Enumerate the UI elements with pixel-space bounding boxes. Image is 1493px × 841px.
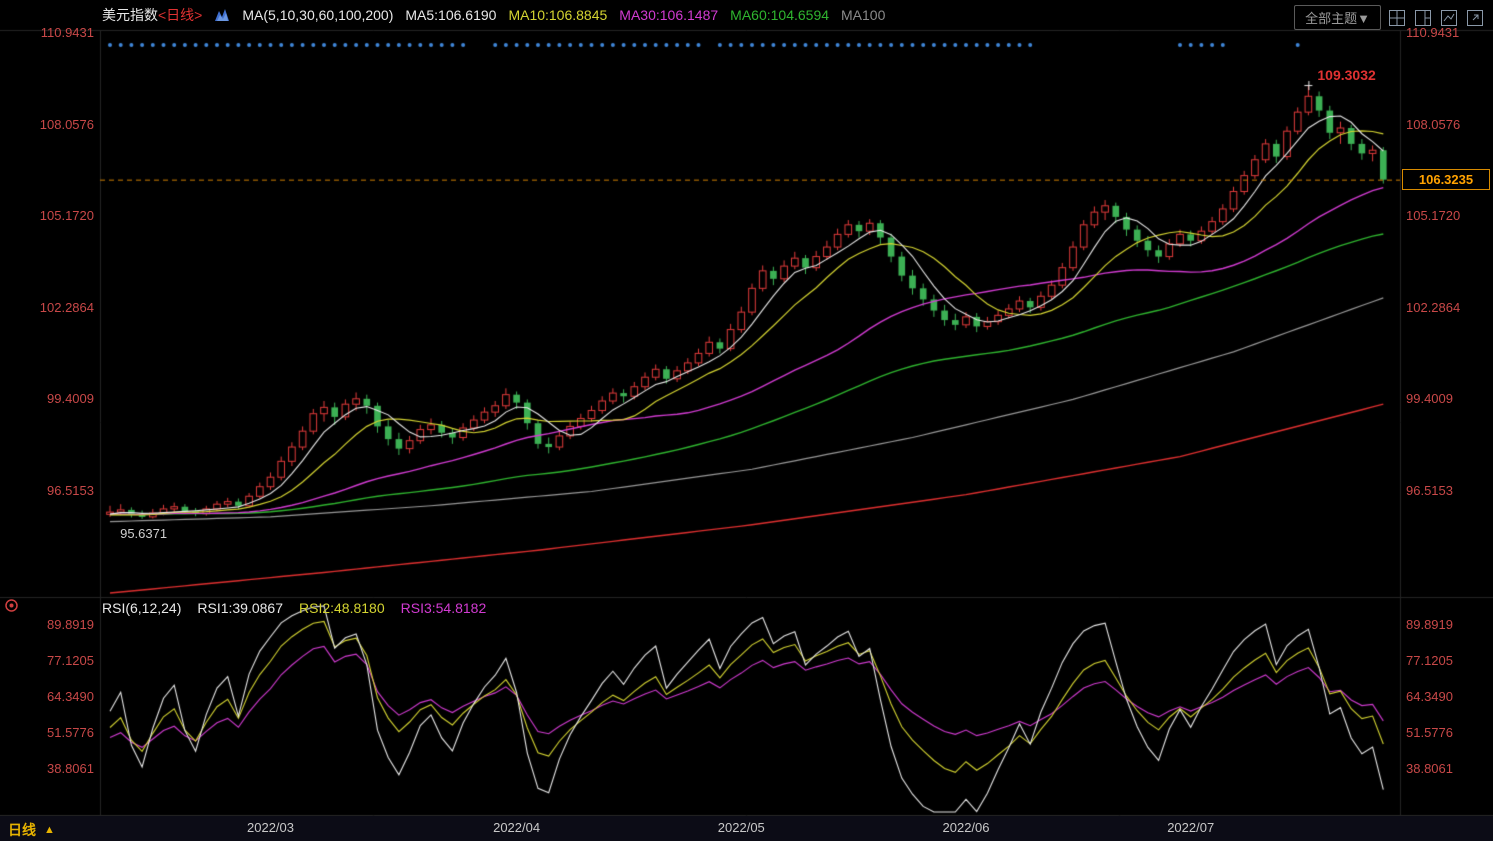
trading-chart-app: 美元指数 <日线> MA(5,10,30,60,100,200) MA5:106… — [0, 0, 1493, 841]
period-selector-label: 日线 — [8, 820, 36, 840]
instrument-title-group: 美元指数 <日线> — [102, 5, 202, 25]
rsi-axis-label-left: 51.5776 — [20, 725, 94, 740]
price-axis-label-right: 99.4009 — [1406, 391, 1453, 406]
period-tag: <日线> — [158, 5, 202, 25]
rsi-axis-label-right: 38.8061 — [1406, 761, 1453, 776]
chart-canvas[interactable] — [0, 0, 1493, 841]
date-label: 2022/07 — [1167, 820, 1214, 835]
ma10-value: MA10:106.8845 — [508, 7, 607, 23]
rsi3-value: RSI3:54.8182 — [401, 600, 487, 616]
price-axis-label-left: 96.5153 — [20, 483, 94, 498]
indicator-settings-icon[interactable] — [4, 598, 19, 618]
rsi-axis-label-right: 77.1205 — [1406, 653, 1453, 668]
period-selector[interactable]: 日线 ▲ — [8, 820, 55, 840]
rsi-axis-label-left: 77.1205 — [20, 653, 94, 668]
ma60-value: MA60:104.6594 — [730, 7, 829, 23]
price-axis-label-right: 102.2864 — [1406, 300, 1460, 315]
last-price-tag: 106.3235 — [1402, 169, 1490, 190]
ma30-value: MA30:106.1487 — [619, 7, 718, 23]
theme-selector-button[interactable]: 全部主题▼ — [1294, 5, 1381, 30]
layout-chart-icon[interactable] — [1439, 8, 1459, 28]
rsi-axis-label-right: 51.5776 — [1406, 725, 1453, 740]
instrument-title: 美元指数 — [102, 5, 158, 25]
rsi-header: RSI(6,12,24) RSI1:39.0867 RSI2:48.8180 R… — [102, 600, 486, 616]
date-label: 2022/05 — [718, 820, 765, 835]
layout-grid-icon[interactable] — [1387, 8, 1407, 28]
ma100-label: MA100 — [841, 7, 885, 23]
header-controls: 全部主题▼ — [1294, 5, 1485, 30]
price-axis-label-left: 105.1720 — [20, 208, 94, 223]
rsi1-value: RSI1:39.0867 — [197, 600, 283, 616]
date-label: 2022/06 — [943, 820, 990, 835]
date-label: 2022/04 — [493, 820, 540, 835]
date-label: 2022/03 — [247, 820, 294, 835]
kline-icon — [214, 8, 230, 22]
price-axis-label-left: 99.4009 — [20, 391, 94, 406]
rsi-group-label: RSI(6,12,24) — [102, 600, 181, 616]
rsi-axis-label-left: 38.8061 — [20, 761, 94, 776]
layout-split-icon[interactable] — [1413, 8, 1433, 28]
ma5-value: MA5:106.6190 — [405, 7, 496, 23]
price-axis-label-right: 105.1720 — [1406, 208, 1460, 223]
price-axis-label-right: 108.0576 — [1406, 117, 1460, 132]
rsi-axis-label-right: 89.8919 — [1406, 617, 1453, 632]
price-axis-label-left: 108.0576 — [20, 117, 94, 132]
fullscreen-icon[interactable] — [1465, 8, 1485, 28]
rsi-axis-label-right: 64.3490 — [1406, 689, 1453, 704]
ma-group-label: MA(5,10,30,60,100,200) — [242, 7, 393, 23]
low-price-label: 95.6371 — [120, 526, 167, 541]
price-axis-label-right: 96.5153 — [1406, 483, 1453, 498]
rsi2-value: RSI2:48.8180 — [299, 600, 385, 616]
chart-header: 美元指数 <日线> MA(5,10,30,60,100,200) MA5:106… — [0, 0, 885, 30]
rsi-axis-label-left: 64.3490 — [20, 689, 94, 704]
high-price-label: 109.3032 — [1317, 67, 1375, 83]
rsi-axis-label-left: 89.8919 — [20, 617, 94, 632]
period-arrow-icon: ▲ — [44, 824, 55, 836]
price-axis-label-left: 102.2864 — [20, 300, 94, 315]
